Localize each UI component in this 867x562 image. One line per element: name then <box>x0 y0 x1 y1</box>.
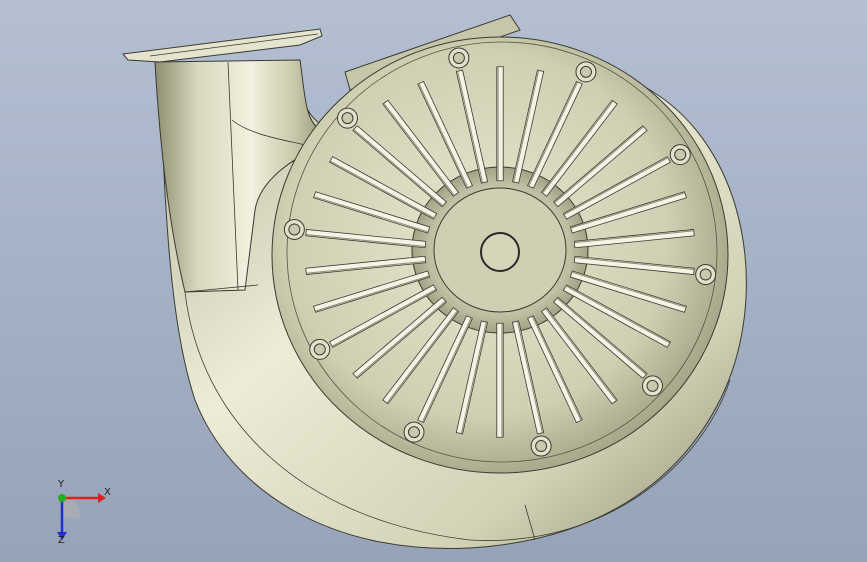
bolt-socket <box>646 379 659 392</box>
bolt-socket <box>579 65 592 78</box>
outlet-flange <box>122 28 323 63</box>
bolt-socket <box>288 223 301 236</box>
x-axis-label: X <box>104 487 111 498</box>
bolt-socket <box>674 148 687 161</box>
bolt-socket <box>313 343 326 356</box>
graphics-viewport[interactable]: X Y Z <box>0 0 867 562</box>
y-axis-label: Y <box>58 479 65 490</box>
bolt-socket <box>452 51 465 64</box>
bolt-socket <box>535 440 548 453</box>
coordinate-triad: X Y Z <box>40 478 120 548</box>
bolt-socket <box>341 112 354 125</box>
blower-3d-model[interactable] <box>0 0 867 562</box>
y-axis-dot <box>58 494 66 502</box>
bolt-socket <box>408 426 421 439</box>
bolt-socket <box>699 268 712 281</box>
z-axis-label: Z <box>58 535 65 546</box>
shaft-bore <box>480 232 520 272</box>
